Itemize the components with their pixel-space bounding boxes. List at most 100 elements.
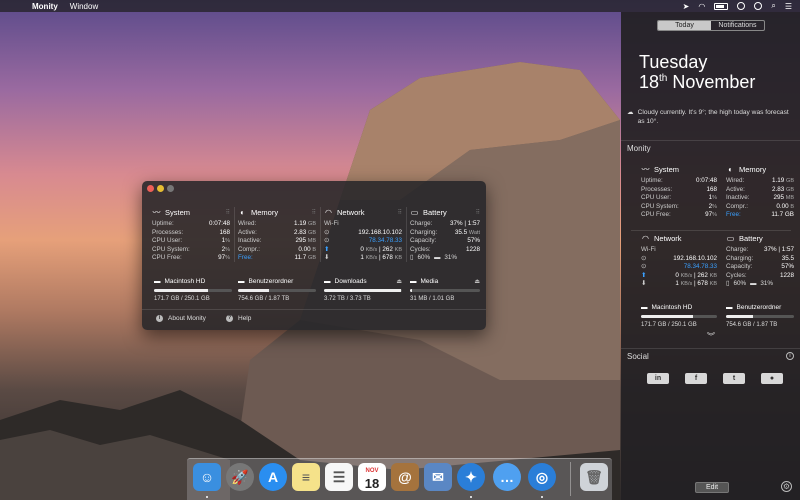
finder-icon[interactable]: ☺ (193, 463, 221, 491)
safari-icon[interactable]: ✦ (457, 463, 485, 491)
chevron-down-icon[interactable]: ︾ (707, 331, 715, 342)
eject-icon[interactable]: ⏏ (474, 278, 480, 285)
battery-icon: ▭ (410, 207, 419, 217)
cloud-icon: ☁ (627, 109, 634, 116)
disk-usage-bar (324, 289, 402, 292)
system-graph-icon: 〰 (152, 207, 161, 217)
local-ip: 192.168.10.102 (358, 228, 402, 236)
zoom-button[interactable] (167, 185, 174, 192)
keyboard-icon: ▬ (434, 254, 441, 262)
info-icon[interactable]: i (786, 352, 794, 360)
kb-level: 31% (444, 254, 457, 262)
footer-divider (142, 309, 486, 310)
download-arrow-icon: ⬇ (324, 254, 330, 262)
menu-bar: Monity Window ➤ ◠ ⌕ ☰ (0, 0, 800, 12)
system-row: Processes: 168 (152, 228, 230, 236)
help-button[interactable]: ? Help (226, 315, 251, 322)
disk-usage-bar (154, 289, 232, 292)
close-button[interactable] (147, 185, 154, 192)
wifi-icon[interactable]: ◠ (698, 2, 705, 11)
divider (631, 230, 791, 231)
network-title: Network (337, 207, 365, 217)
notes-icon[interactable]: ≡ (292, 463, 320, 491)
memory-row: Free: 11.7 GB (238, 254, 316, 262)
nc-tabs: Today Notifications (657, 20, 765, 31)
linkedin-button[interactable]: in (647, 373, 669, 384)
memory-panel: ◐ Memory ⠿ Wired: 1.19 GB Active: 2.83 GB In… (238, 207, 316, 263)
monity-icon[interactable]: ◎ (528, 463, 556, 491)
disk-usage-bar (238, 289, 316, 292)
system-row: CPU User: 1% (152, 237, 230, 245)
calendar-icon[interactable]: NOV 18 (358, 463, 386, 491)
memory-title: Memory (251, 207, 279, 217)
memory-pie-icon: ◐ (240, 207, 245, 217)
memory-pie-icon: ◐ (728, 164, 733, 174)
drag-handle-icon[interactable]: ⠿ (312, 209, 316, 216)
hard-drive-icon: ▬ (410, 278, 417, 285)
messages-icon[interactable]: … (493, 463, 521, 491)
battery-icon[interactable] (714, 2, 729, 10)
notification-center-icon[interactable]: ☰ (785, 2, 792, 11)
launchpad-icon[interactable]: 🚀 (226, 463, 254, 491)
memory-row: Active: 2.83 GB (238, 228, 316, 236)
running-indicator (470, 496, 472, 498)
divider (621, 348, 800, 349)
status-items: ➤ ◠ ⌕ ☰ (683, 0, 792, 12)
system-panel: 〰 System ⠿ Uptime: 0:07:48 Processes: 168 CP… (152, 207, 230, 263)
tab-notifications[interactable]: Notifications (711, 21, 764, 30)
preview-icon[interactable]: ✉ (424, 463, 452, 491)
nc-disk-benutzerordner: ▬ Benutzerordner 754.6 GB / 1.87 TB (726, 303, 794, 328)
reminders-icon[interactable]: ☰ (325, 463, 353, 491)
drag-handle-icon[interactable]: ⠿ (398, 209, 402, 216)
disk-media: ▬ Media ⏏ 31 MB / 1.01 GB (410, 278, 480, 302)
contacts-icon[interactable]: @ (391, 463, 419, 491)
disk-benutzerordner: ▬ Benutzerordner 754.6 GB / 1.87 TB (238, 277, 316, 302)
help-icon: ? (226, 315, 233, 322)
messages-button[interactable]: ● (761, 373, 783, 384)
trash-icon[interactable]: 🗑 (580, 463, 608, 491)
system-title: System (165, 207, 191, 217)
location-icon[interactable]: ➤ (683, 2, 690, 11)
facebook-button[interactable]: f (685, 373, 707, 384)
window-menu[interactable]: Window (70, 2, 98, 11)
notification-center: Today Notifications Tuesday 18th Novembe… (621, 12, 800, 500)
divider (406, 207, 407, 262)
nc-system-panel: 〰 System Uptime: 0:07:48 Processes: 168 CPU… (641, 164, 717, 219)
edit-button[interactable]: Edit (695, 482, 729, 493)
wifi-icon: ◠ (642, 233, 649, 243)
tab-today[interactable]: Today (658, 21, 711, 30)
weather-summary: ☁ Cloudy currently. It's 9°; the high tod… (627, 109, 789, 125)
hard-drive-icon: ▬ (238, 278, 245, 285)
wifi-icon: ◠ (325, 207, 332, 217)
divider (320, 207, 321, 262)
eject-icon[interactable]: ⏏ (396, 278, 402, 285)
minimize-button[interactable] (157, 185, 164, 192)
running-indicator (206, 496, 208, 498)
drag-handle-icon[interactable]: ⠿ (226, 209, 230, 216)
battery-icon: ▭ (726, 233, 735, 243)
system-row: Uptime: 0:07:48 (152, 220, 230, 227)
disk-usage-bar (410, 289, 480, 292)
system-graph-icon: 〰 (641, 164, 650, 174)
time-machine-icon[interactable] (737, 2, 746, 10)
social-widget-title: Social (627, 352, 649, 361)
disk-macintosh-hd: ▬ Macintosh HD 171.7 GB / 250.1 GB (154, 277, 232, 302)
twitter-button[interactable]: t (723, 373, 745, 384)
info-icon: i (156, 315, 163, 322)
app-menu[interactable]: Monity (32, 2, 58, 11)
drag-handle-icon[interactable]: ⠿ (476, 209, 480, 216)
app-store-icon[interactable]: A (259, 463, 287, 491)
gear-icon[interactable]: ⚙ (781, 481, 792, 492)
public-ip-icon: ⊙ (324, 237, 330, 245)
public-ip: 78.34.78.33 (368, 237, 402, 245)
divider (234, 207, 235, 262)
today-day: Tuesday (639, 52, 708, 72)
bt-level: 60% (417, 254, 431, 262)
user-icon[interactable] (754, 2, 763, 10)
memory-row: Wired: 1.19 GB (238, 220, 316, 227)
nc-network-panel: ◠ Network Wi-Fi ⊙ 192.168.10.102 ⊙ 78.34.78… (641, 233, 717, 288)
spotlight-search-icon[interactable]: ⌕ (771, 1, 775, 11)
about-button[interactable]: i About Monity (156, 315, 206, 322)
nc-memory-free: 11.7 GB (771, 211, 794, 219)
network-interface: Wi-Fi (324, 220, 339, 227)
